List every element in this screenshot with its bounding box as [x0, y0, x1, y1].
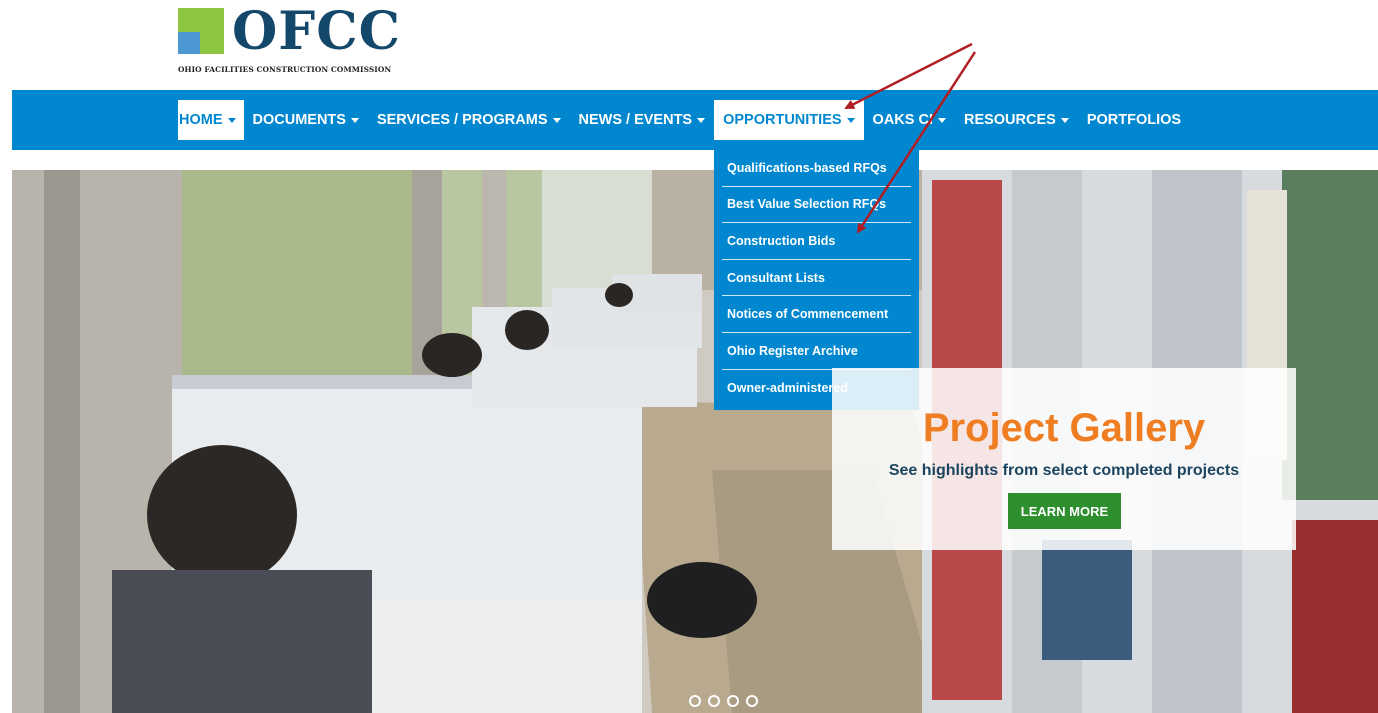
nav-list: HOME DOCUMENTS SERVICES / PROGRAMS NEWS …	[178, 100, 1190, 140]
nav-item-news-events[interactable]: NEWS / EVENTS	[570, 100, 715, 140]
caret-down-icon	[846, 118, 855, 123]
caret-down-icon	[937, 118, 946, 123]
nav-item-label: DOCUMENTS	[252, 112, 346, 128]
nav-item-resources[interactable]: RESOURCES	[955, 100, 1078, 140]
logo-wordmark: OFCC	[232, 1, 401, 62]
dropdown-item-notices-of-commencement[interactable]: Notices of Commencement	[722, 296, 911, 333]
logo-subtitle: OHIO FACILITIES CONSTRUCTION COMMISSION	[178, 65, 392, 74]
nav-item-label: OPPORTUNITIES	[723, 112, 842, 128]
hero-subtitle: See highlights from select completed pro…	[888, 462, 1240, 479]
dropdown-item-best-value-rfqs[interactable]: Best Value Selection RFQs	[722, 187, 911, 224]
nav-item-services-programs[interactable]: SERVICES / PROGRAMS	[368, 100, 570, 140]
nav-item-documents[interactable]: DOCUMENTS	[244, 100, 368, 140]
nav-item-oaks-ci[interactable]: OAKS CI	[864, 100, 955, 140]
nav-item-label: PORTFOLIOS	[1086, 112, 1182, 128]
carousel-dot-4[interactable]	[746, 695, 758, 707]
site-logo[interactable]: OFCC OHIO FACILITIES CONSTRUCTION COMMIS…	[178, 2, 438, 80]
logo-mark-icon	[178, 8, 224, 54]
carousel-dot-1[interactable]	[689, 695, 701, 707]
dropdown-item-qualifications-rfqs[interactable]: Qualifications-based RFQs	[722, 150, 911, 187]
nav-item-label: RESOURCES	[963, 112, 1056, 128]
dropdown-item-consultant-lists[interactable]: Consultant Lists	[722, 260, 911, 297]
carousel-dot-3[interactable]	[727, 695, 739, 707]
caret-down-icon	[350, 118, 359, 123]
learn-more-button[interactable]: LEARN MORE	[1008, 493, 1121, 529]
dropdown-item-construction-bids[interactable]: Construction Bids	[722, 223, 911, 260]
caret-down-icon	[1060, 118, 1069, 123]
nav-item-label: SERVICES / PROGRAMS	[376, 112, 548, 128]
nav-item-home[interactable]: HOME	[178, 100, 244, 140]
nav-item-opportunities[interactable]: OPPORTUNITIES	[714, 100, 864, 140]
hero-title: Project Gallery	[922, 406, 1206, 450]
carousel-indicators	[689, 695, 758, 707]
nav-item-label: OAKS CI	[872, 112, 933, 128]
nav-item-portfolios[interactable]: PORTFOLIOS	[1078, 100, 1190, 140]
carousel-dot-2[interactable]	[708, 695, 720, 707]
caret-down-icon	[227, 118, 236, 123]
nav-item-label: HOME	[179, 112, 223, 128]
dropdown-item-ohio-register-archive[interactable]: Ohio Register Archive	[722, 333, 911, 370]
caret-down-icon	[697, 118, 706, 123]
nav-item-label: NEWS / EVENTS	[578, 112, 693, 128]
hero-caption: Project Gallery See highlights from sele…	[832, 368, 1296, 550]
caret-down-icon	[552, 118, 561, 123]
main-navigation: HOME DOCUMENTS SERVICES / PROGRAMS NEWS …	[12, 90, 1378, 150]
